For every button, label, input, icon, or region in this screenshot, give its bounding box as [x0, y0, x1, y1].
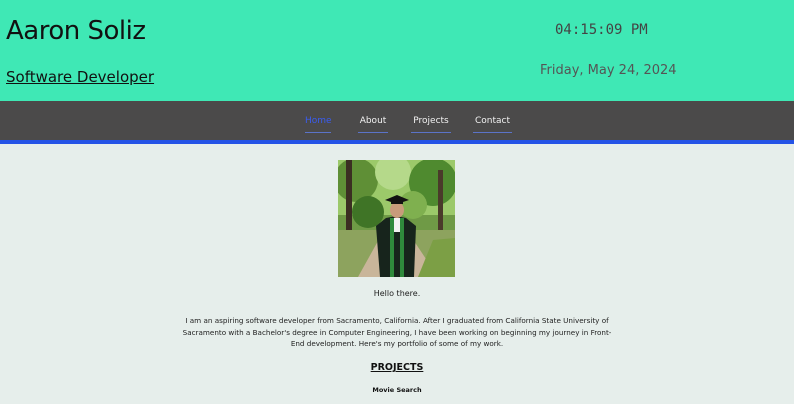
live-clock: 04:15:09 PM: [555, 22, 648, 38]
project-movie-search[interactable]: Movie Search: [0, 386, 794, 394]
site-name: Aaron Soliz: [6, 16, 146, 46]
nav-projects-link[interactable]: Projects: [411, 116, 451, 133]
role-link[interactable]: Software Developer: [6, 68, 154, 86]
nav-contact-link[interactable]: Contact: [473, 116, 512, 133]
profile-photo: [338, 160, 455, 277]
intro-paragraph: I am an aspiring software developer from…: [182, 316, 612, 349]
nav-home-link[interactable]: Home: [305, 116, 332, 133]
nav-about-link[interactable]: About: [358, 116, 388, 133]
current-date: Friday, May 24, 2024: [540, 63, 677, 78]
main-nav: Home About Projects Contact: [0, 101, 794, 144]
greeting-text: Hello there.: [373, 289, 421, 298]
site-header: Aaron Soliz Software Developer 04:15:09 …: [0, 0, 794, 101]
projects-heading: PROJECTS: [370, 362, 424, 373]
